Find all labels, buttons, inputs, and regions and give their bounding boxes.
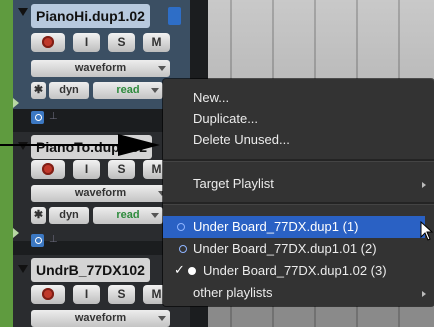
pro-tools-edit-window: PianoHi.dup1.02 I S M waveform ✱ dyn rea…	[0, 0, 434, 327]
mouse-cursor-icon	[420, 221, 434, 241]
callout-arrow-icon	[0, 134, 160, 156]
